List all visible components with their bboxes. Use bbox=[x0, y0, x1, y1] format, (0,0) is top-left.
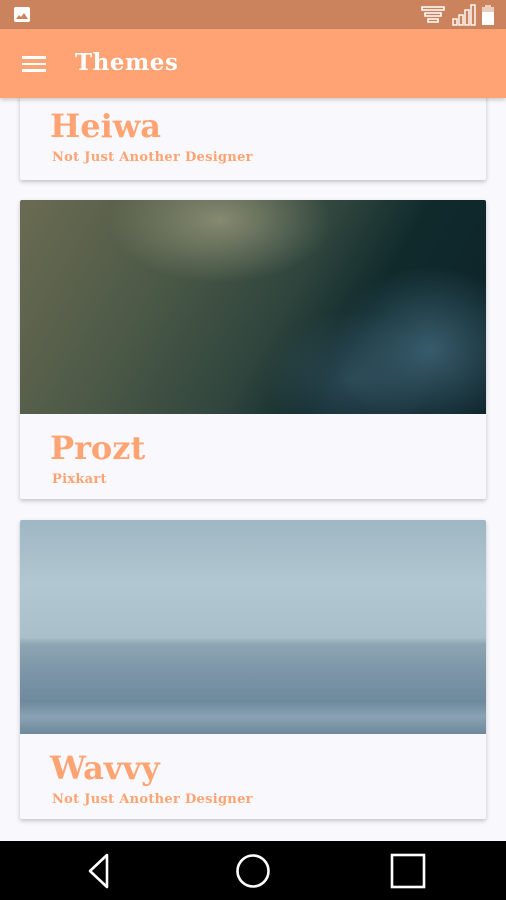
theme-author: Pixkart bbox=[52, 472, 107, 487]
theme-title: Wavvy bbox=[50, 749, 160, 787]
image-notification-icon bbox=[14, 7, 30, 22]
theme-preview-image bbox=[20, 200, 486, 414]
theme-preview-image bbox=[20, 520, 486, 734]
home-icon bbox=[236, 854, 270, 888]
recents-button[interactable] bbox=[388, 851, 428, 891]
theme-card-prozt[interactable]: Prozt Pixkart bbox=[20, 200, 486, 499]
theme-author: Not Just Another Designer bbox=[52, 792, 253, 807]
back-icon bbox=[88, 853, 109, 889]
theme-title: Prozt bbox=[50, 429, 146, 467]
battery-icon bbox=[482, 5, 494, 25]
signal-icon bbox=[452, 4, 476, 26]
theme-card-heiwa[interactable]: Heiwa Not Just Another Designer bbox=[20, 98, 486, 180]
page-title: Themes bbox=[75, 49, 179, 76]
status-icons bbox=[420, 2, 494, 28]
hamburger-menu-icon[interactable] bbox=[22, 56, 46, 72]
navigation-bar bbox=[0, 841, 506, 900]
theme-author: Not Just Another Designer bbox=[52, 150, 253, 165]
theme-title: Heiwa bbox=[50, 107, 162, 145]
recents-icon bbox=[390, 853, 426, 889]
theme-list[interactable]: Heiwa Not Just Another Designer Prozt Pi… bbox=[0, 98, 506, 841]
theme-card-wavvy[interactable]: Wavvy Not Just Another Designer bbox=[20, 520, 486, 819]
app-bar: Themes bbox=[0, 29, 506, 98]
status-bar bbox=[0, 0, 506, 29]
back-button[interactable] bbox=[80, 851, 120, 891]
wifi-icon bbox=[421, 6, 445, 23]
home-button[interactable] bbox=[233, 851, 273, 891]
